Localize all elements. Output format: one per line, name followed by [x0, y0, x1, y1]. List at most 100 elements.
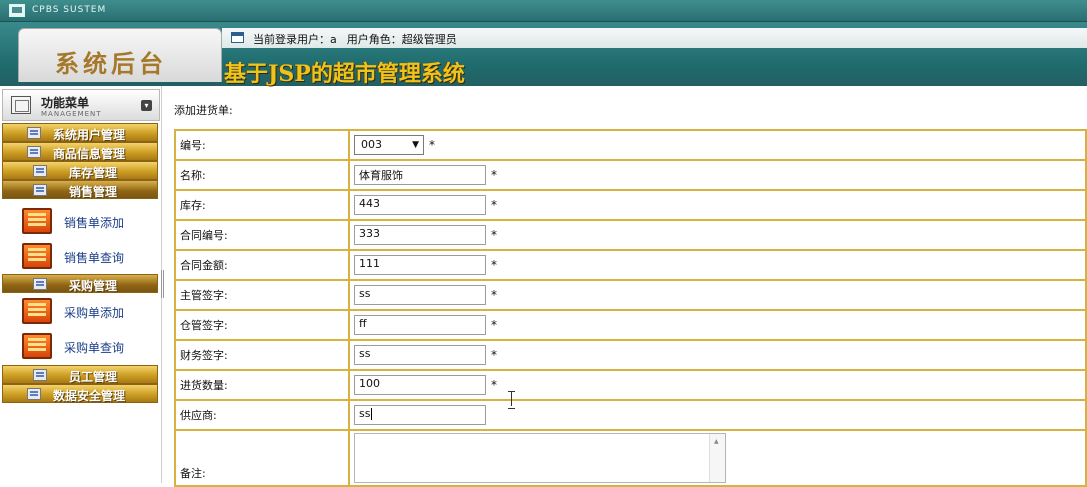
required-mark: * — [491, 228, 497, 242]
system-title: 基于JSP的超市管理系统 — [224, 61, 465, 87]
folder-icon — [33, 369, 47, 381]
sidebar-item-label: 员工管理 — [69, 370, 118, 384]
logo-text: 系统后台 — [55, 49, 167, 78]
sidebar-subitem-label: 采购单查询 — [64, 341, 125, 355]
required-mark: * — [491, 378, 497, 392]
sidebar-item-label: 系统用户管理 — [53, 128, 126, 142]
app-icon — [9, 4, 25, 17]
field-label: 财务签字: — [174, 339, 350, 371]
sidebar-subitem-purchase-query[interactable]: 采购单查询 — [22, 331, 158, 361]
role-value: 超级管理员 — [401, 33, 457, 46]
sidebar-subitem-label: 销售单添加 — [64, 216, 125, 230]
folder-icon — [33, 184, 47, 196]
sidebar-resize-handle[interactable] — [161, 270, 164, 298]
required-mark: * — [491, 348, 497, 362]
required-mark: * — [491, 258, 497, 272]
sidebar-item-label: 采购管理 — [69, 279, 118, 293]
finance-sign-input[interactable]: ss — [354, 345, 486, 365]
field-label: 供应商: — [174, 399, 350, 431]
sidebar-item-label: 销售管理 — [69, 185, 118, 199]
number-select-value: 003 — [361, 138, 382, 151]
field-label: 备注: — [174, 429, 350, 487]
field-label: 进货数量: — [174, 369, 350, 401]
required-mark: * — [491, 198, 497, 212]
folder-icon — [33, 165, 47, 177]
logo-tab: 系统后台 — [18, 28, 222, 82]
section-title: 添加进货单: — [174, 104, 233, 117]
form-row-number: 编号: 003 ▼ * — [174, 129, 1087, 161]
sidebar-item-product-info[interactable]: 商品信息管理 — [2, 142, 158, 161]
manager-sign-input[interactable]: ss — [354, 285, 486, 305]
text-caret — [371, 408, 373, 420]
sidebar-item-staff[interactable]: 员工管理 — [2, 365, 158, 384]
sidebar-subitem-purchase-add[interactable]: 采购单添加 — [22, 296, 158, 326]
supplier-input[interactable]: ss — [354, 405, 486, 425]
sidebar-item-label: 商品信息管理 — [53, 147, 126, 161]
window-icon — [231, 32, 244, 43]
stock-input[interactable]: 443 — [354, 195, 486, 215]
number-select[interactable]: 003 ▼ — [354, 135, 424, 155]
field-label: 主管签字: — [174, 279, 350, 311]
sidebar-item-label: 库存管理 — [69, 166, 118, 180]
sidebar-item-sales[interactable]: 销售管理 — [2, 180, 158, 199]
form-row-stock: 库存: 443 * — [174, 189, 1087, 221]
role-label: 用户角色： — [346, 33, 402, 46]
required-mark: * — [491, 168, 497, 182]
dropdown-arrow-icon: ▼ — [412, 140, 419, 150]
field-label: 合同金额: — [174, 249, 350, 281]
sidebar-item-purchase[interactable]: 采购管理 — [2, 274, 158, 293]
supplier-input-value: ss — [359, 407, 371, 420]
form-row-warehouse-sign: 仓管签字: ff * — [174, 309, 1087, 341]
text-cursor-icon — [508, 391, 516, 409]
collapse-toggle-icon[interactable]: ▾ — [141, 100, 152, 111]
form-row-contract-amount: 合同金额: 111 * — [174, 249, 1087, 281]
required-mark: * — [491, 318, 497, 332]
sidebar-item-inventory[interactable]: 库存管理 — [2, 161, 158, 180]
field-label: 仓管签字: — [174, 309, 350, 341]
sidebar-subitem-sales-add[interactable]: 销售单添加 — [22, 206, 158, 236]
form-icon — [22, 333, 52, 359]
field-label: 编号: — [174, 129, 350, 161]
menu-subtitle: MANAGEMENT — [41, 110, 102, 118]
sidebar-item-label: 数据安全管理 — [53, 389, 126, 403]
form-row-quantity: 进货数量: 100 * — [174, 369, 1087, 401]
folder-icon — [27, 388, 41, 400]
window-titlebar: CPBS SUSTEM — [0, 0, 1087, 22]
form-row-remark: 备注: — [174, 429, 1087, 487]
quantity-input[interactable]: 100 — [354, 375, 486, 395]
form-icon — [22, 243, 52, 269]
current-user: a — [330, 33, 337, 46]
form-row-manager-sign: 主管签字: ss * — [174, 279, 1087, 311]
sidebar-subitem-label: 采购单添加 — [64, 306, 125, 320]
window-title: CPBS SUSTEM — [32, 5, 107, 15]
menu-title: 功能菜单 — [41, 96, 90, 110]
folder-icon — [27, 146, 41, 158]
current-user-label: 当前登录用户： — [253, 33, 330, 46]
form-row-contract-no: 合同编号: 333 * — [174, 219, 1087, 251]
field-label: 库存: — [174, 189, 350, 221]
form-icon — [22, 298, 52, 324]
warehouse-sign-input[interactable]: ff — [354, 315, 486, 335]
user-info-bar: 当前登录用户：a 用户角色：超级管理员 — [222, 28, 1087, 48]
field-label: 合同编号: — [174, 219, 350, 251]
sidebar-item-system-users[interactable]: 系统用户管理 — [2, 123, 158, 142]
contract-amount-input[interactable]: 111 — [354, 255, 486, 275]
menu-header: 功能菜单 MANAGEMENT ▾ — [2, 89, 160, 121]
user-info-text: 当前登录用户：a 用户角色：超级管理员 — [253, 31, 457, 47]
contract-number-input[interactable]: 333 — [354, 225, 486, 245]
folder-icon — [33, 278, 47, 290]
remark-textarea[interactable] — [354, 433, 726, 483]
form-row-supplier: 供应商: ss — [174, 399, 1087, 431]
textarea-scrollbar[interactable] — [709, 434, 725, 482]
folder-icon — [27, 127, 41, 139]
sidebar: 功能菜单 MANAGEMENT ▾ 系统用户管理 商品信息管理 库存管理 销售管… — [0, 86, 162, 483]
purchase-form: 编号: 003 ▼ * 名称: 体育服饰 * 库存: 443 * 合同编号: 333… — [174, 129, 1087, 487]
header: 系统后台 当前登录用户：a 用户角色：超级管理员 基于JSP的超市管理系统 — [0, 22, 1087, 87]
name-input[interactable]: 体育服饰 — [354, 165, 486, 185]
field-label: 名称: — [174, 159, 350, 191]
required-mark: * — [429, 138, 435, 152]
form-row-finance-sign: 财务签字: ss * — [174, 339, 1087, 371]
sidebar-subitem-sales-query[interactable]: 销售单查询 — [22, 241, 158, 271]
form-row-name: 名称: 体育服饰 * — [174, 159, 1087, 191]
sidebar-item-data-security[interactable]: 数据安全管理 — [2, 384, 158, 403]
